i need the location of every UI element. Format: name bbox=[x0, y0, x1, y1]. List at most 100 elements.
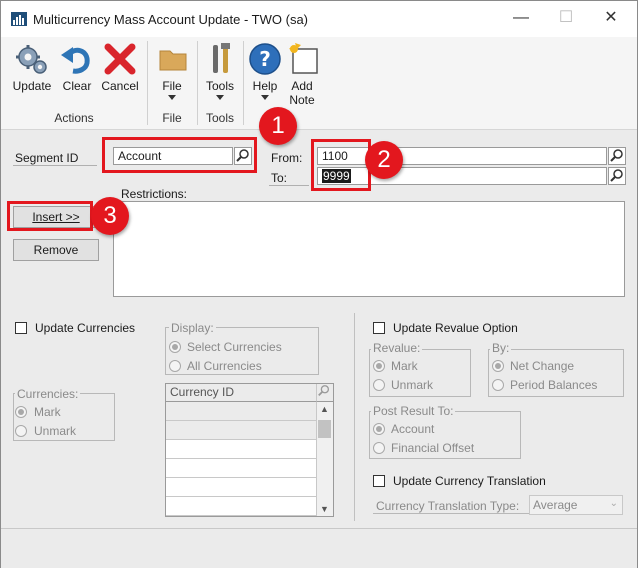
update-currencies-label: Update Currencies bbox=[35, 321, 136, 335]
segment-underline bbox=[13, 165, 97, 166]
currency-grid[interactable]: Currency ID ▲ ▼ bbox=[165, 383, 334, 517]
update-revalue-checkbox[interactable] bbox=[373, 322, 385, 334]
net-change-label: Net Change bbox=[510, 359, 575, 373]
revalue-mark-label: Mark bbox=[391, 359, 418, 373]
grid-scrollbar[interactable]: ▲ ▼ bbox=[316, 402, 333, 516]
revalue-group-title: Revalue: bbox=[371, 341, 423, 355]
clear-button[interactable]: Clear bbox=[59, 41, 95, 93]
revalue-unmark-label: Unmark bbox=[391, 378, 434, 392]
lookup-button-from[interactable] bbox=[608, 147, 626, 165]
magnifier-icon bbox=[318, 385, 330, 396]
translation-type-value: Average bbox=[533, 498, 578, 512]
group-label-tools: Tools bbox=[205, 111, 234, 125]
currencies-unmark-label: Unmark bbox=[34, 424, 77, 438]
clear-label: Clear bbox=[62, 79, 92, 93]
annotation-box-range bbox=[311, 139, 371, 191]
grid-lookup-corner[interactable] bbox=[316, 384, 333, 402]
app-chart-icon bbox=[11, 12, 27, 26]
table-row[interactable] bbox=[166, 402, 316, 421]
window-title: Multicurrency Mass Account Update - TWO … bbox=[33, 12, 309, 27]
svg-text:?: ? bbox=[259, 47, 271, 71]
update-translation-label: Update Currency Translation bbox=[393, 474, 546, 488]
annotation-marker-3: 3 bbox=[91, 197, 129, 235]
update-revalue-label: Update Revalue Option bbox=[393, 321, 518, 335]
translation-type-select[interactable]: Average ⌄ bbox=[529, 495, 623, 515]
file-menu-button[interactable]: File bbox=[155, 41, 189, 100]
restrictions-list[interactable] bbox=[113, 201, 625, 297]
from-label: From: bbox=[271, 151, 303, 165]
lookup-button-to[interactable] bbox=[608, 167, 626, 185]
chevron-down-icon bbox=[216, 95, 224, 100]
help-question-icon: ? bbox=[249, 43, 281, 75]
post-result-group-title: Post Result To: bbox=[371, 404, 456, 418]
scroll-thumb[interactable] bbox=[318, 420, 331, 438]
period-balances-radio[interactable] bbox=[492, 379, 504, 391]
translation-underline bbox=[373, 513, 529, 514]
currencies-unmark-radio[interactable] bbox=[15, 425, 27, 437]
remove-button[interactable]: Remove bbox=[13, 239, 99, 261]
chevron-down-icon bbox=[261, 95, 269, 100]
to-label: To: bbox=[271, 171, 288, 185]
group-label-actions: Actions bbox=[54, 111, 94, 125]
add-note-label-1: Add bbox=[291, 79, 313, 93]
app-window: Multicurrency Mass Account Update - TWO … bbox=[0, 0, 638, 568]
currencies-mark-radio[interactable] bbox=[15, 406, 27, 418]
display-group-title: Display: bbox=[169, 321, 216, 335]
annotation-box-segment bbox=[102, 137, 257, 173]
tools-label: Tools bbox=[205, 79, 234, 93]
gears-icon bbox=[16, 45, 47, 74]
chevron-down-icon: ⌄ bbox=[609, 498, 618, 509]
segment-id-label: Segment ID bbox=[15, 151, 79, 165]
magnifier-icon bbox=[610, 149, 623, 162]
annotation-marker-2: 2 bbox=[365, 141, 403, 179]
update-currencies-checkbox[interactable] bbox=[15, 322, 27, 334]
all-currencies-radio[interactable] bbox=[169, 360, 181, 372]
scroll-down-icon[interactable]: ▼ bbox=[320, 504, 329, 514]
ribbon-separator bbox=[147, 41, 148, 125]
post-account-radio[interactable] bbox=[373, 423, 385, 435]
annotation-marker-1: 1 bbox=[259, 107, 297, 145]
currencies-group-title: Currencies: bbox=[15, 387, 81, 401]
add-note-button[interactable]: Add Note bbox=[285, 41, 319, 107]
title-bar: Multicurrency Mass Account Update - TWO … bbox=[1, 1, 637, 37]
ribbon-separator bbox=[197, 41, 198, 125]
table-row[interactable] bbox=[166, 459, 316, 478]
add-note-label-2: Note bbox=[289, 93, 315, 107]
update-translation-checkbox[interactable] bbox=[373, 475, 385, 487]
net-change-radio[interactable] bbox=[492, 360, 504, 372]
minimize-button[interactable]: — bbox=[501, 5, 541, 31]
ribbon: Update Clear Cancel Actions File File To… bbox=[1, 37, 637, 130]
group-label-file: File bbox=[162, 111, 182, 125]
revalue-mark-radio[interactable] bbox=[373, 360, 385, 372]
red-x-icon bbox=[104, 43, 136, 75]
table-row[interactable] bbox=[166, 497, 316, 516]
table-row[interactable] bbox=[166, 478, 316, 497]
tools-menu-button[interactable]: Tools bbox=[203, 41, 237, 100]
annotation-box-insert bbox=[7, 201, 93, 231]
help-menu-button[interactable]: ? Help bbox=[247, 41, 283, 100]
post-financial-offset-radio[interactable] bbox=[373, 442, 385, 454]
post-account-label: Account bbox=[391, 422, 435, 436]
maximize-button[interactable]: ☐ bbox=[546, 5, 586, 31]
select-currencies-label: Select Currencies bbox=[187, 340, 282, 354]
update-label: Update bbox=[12, 79, 52, 93]
restrictions-label: Restrictions: bbox=[121, 187, 188, 201]
update-button[interactable]: Update bbox=[9, 41, 55, 93]
translation-type-label: Currency Translation Type: bbox=[376, 499, 520, 513]
tools-icon bbox=[213, 43, 230, 73]
table-row[interactable] bbox=[166, 440, 316, 459]
post-financial-offset-label: Financial Offset bbox=[391, 441, 475, 455]
table-row[interactable] bbox=[166, 421, 316, 440]
select-currencies-radio[interactable] bbox=[169, 341, 181, 353]
close-button[interactable]: ✕ bbox=[591, 5, 631, 31]
revalue-unmark-radio[interactable] bbox=[373, 379, 385, 391]
window-status-strip bbox=[1, 528, 637, 568]
ribbon-separator bbox=[243, 41, 244, 125]
grid-header-currency-id: Currency ID bbox=[166, 384, 316, 402]
undo-arrow-icon bbox=[61, 47, 90, 74]
cancel-button[interactable]: Cancel bbox=[99, 41, 141, 93]
period-balances-label: Period Balances bbox=[510, 378, 598, 392]
note-icon bbox=[289, 43, 318, 74]
scroll-up-icon[interactable]: ▲ bbox=[320, 404, 329, 414]
section-divider bbox=[354, 313, 355, 521]
